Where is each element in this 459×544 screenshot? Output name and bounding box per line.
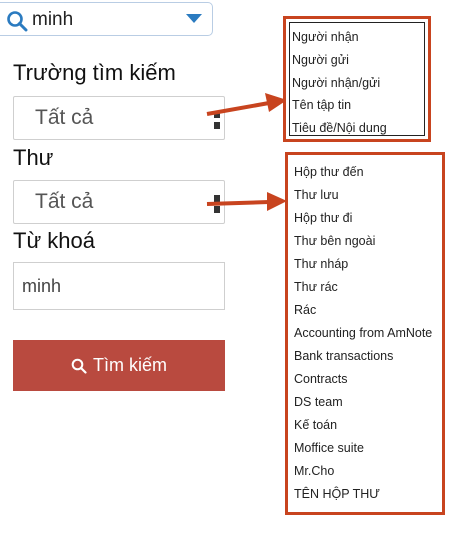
mailbox-option[interactable]: DS team — [294, 395, 343, 409]
field-select[interactable]: Tất cả — [13, 96, 225, 140]
search-icon — [71, 358, 87, 374]
field-label: Trường tìm kiếm — [13, 60, 176, 85]
mailbox-option[interactable]: Hộp thư đến — [294, 165, 364, 179]
mailbox-select-value: Tất cả — [35, 190, 94, 213]
mailbox-option[interactable]: Bank transactions — [294, 349, 393, 363]
keyword-label: Từ khoá — [13, 228, 95, 253]
field-options-list: Người nhận Người gửi Người nhận/gửi Tên … — [283, 16, 431, 142]
mailbox-option[interactable]: Hộp thư đi — [294, 211, 352, 225]
mailbox-option[interactable]: Mr.Cho — [294, 464, 334, 478]
field-option[interactable]: Tên tập tin — [292, 98, 351, 112]
search-button[interactable]: Tìm kiếm — [13, 340, 225, 391]
annotation-arrow-icon — [206, 93, 287, 116]
mailbox-option[interactable]: Thư rác — [294, 280, 338, 294]
field-option[interactable]: Người gửi — [292, 53, 349, 67]
search-icon — [7, 11, 28, 32]
field-option[interactable]: Người nhận/gửi — [292, 76, 380, 90]
chevron-down-icon[interactable] — [186, 14, 202, 23]
mailbox-option[interactable]: TÊN HỘP THƯ — [294, 487, 380, 501]
annotation-arrow-icon — [206, 192, 287, 211]
mailbox-option[interactable]: Thư nháp — [294, 257, 348, 271]
mailbox-option[interactable]: Contracts — [294, 372, 348, 386]
mailbox-label: Thư — [13, 145, 54, 170]
top-search-field[interactable]: minh — [0, 2, 213, 36]
keyword-input[interactable]: minh — [13, 262, 225, 310]
field-select-value: Tất cả — [35, 106, 94, 129]
mailbox-option[interactable]: Accounting from AmNote — [294, 326, 432, 340]
keyword-input-value: minh — [22, 276, 62, 296]
top-search-value: minh — [32, 9, 74, 30]
mailbox-option[interactable]: Moffice suite — [294, 441, 364, 455]
mailbox-option[interactable]: Kế toán — [294, 418, 337, 432]
search-button-label: Tìm kiếm — [93, 355, 167, 375]
mailbox-options-list: Hộp thư đến Thư lưu Hộp thư đi Thư bên n… — [285, 152, 445, 515]
mailbox-option[interactable]: Thư lưu — [294, 188, 339, 202]
mailbox-option[interactable]: Rác — [294, 303, 316, 317]
field-option[interactable]: Người nhận — [292, 30, 359, 44]
mailbox-select[interactable]: Tất cả — [13, 180, 225, 224]
field-option[interactable]: Tiêu đề/Nội dung — [292, 121, 387, 135]
mailbox-option[interactable]: Thư bên ngoài — [294, 234, 375, 248]
